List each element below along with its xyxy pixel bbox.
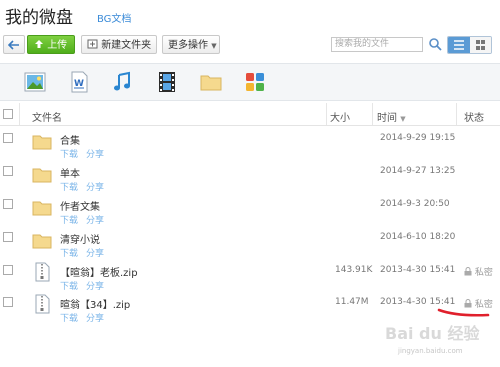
- file-time: 2014-9-3 20:50: [380, 199, 450, 209]
- column-divider: [456, 103, 457, 125]
- download-link[interactable]: 下载: [60, 249, 78, 259]
- toolbar: 上传 新建文件夹 更多操作 ▼: [0, 33, 500, 57]
- document-icon[interactable]: W: [68, 71, 90, 93]
- select-all-checkbox[interactable]: [3, 109, 13, 119]
- download-link[interactable]: 下载: [60, 282, 78, 292]
- file-name[interactable]: 【暄翁】老板.zip: [60, 264, 138, 279]
- row-actions: 下载 分享: [60, 246, 112, 259]
- privacy-label: 私密: [474, 268, 493, 278]
- download-link[interactable]: 下载: [60, 216, 78, 226]
- file-time: 2013-4-30 15:41: [380, 265, 456, 275]
- lock-icon: [464, 267, 472, 276]
- back-button[interactable]: [3, 35, 25, 54]
- apps-icon[interactable]: [244, 71, 266, 93]
- row-actions: 下载 分享: [60, 311, 112, 324]
- share-link[interactable]: 分享: [86, 314, 104, 324]
- file-row[interactable]: 作者文集 下载 分享 2014-9-3 20:50: [0, 194, 500, 228]
- file-row[interactable]: 合集 下载 分享 2014-9-29 19:15: [0, 128, 500, 162]
- file-size: 11.47M: [335, 297, 369, 307]
- download-link[interactable]: 下载: [60, 314, 78, 324]
- file-time: 2014-9-29 19:15: [380, 133, 456, 143]
- title-bar: 我的微盘 BG文档: [0, 0, 500, 30]
- watermark: Bai du 经验: [385, 324, 480, 343]
- file-name[interactable]: 单本: [60, 165, 80, 180]
- column-name[interactable]: 文件名: [32, 109, 62, 124]
- zip-file-icon: [35, 294, 50, 314]
- file-time: 2014-6-10 18:20: [380, 232, 456, 242]
- watermark-url: jingyan.baidu.com: [398, 347, 463, 355]
- file-list-header: 文件名 大小 时间 ▼ 状态: [0, 103, 500, 126]
- page-title: 我的微盘: [5, 8, 73, 28]
- upload-label: 上传: [47, 40, 68, 51]
- caret-down-icon: ▼: [211, 42, 217, 50]
- folder-icon: [32, 168, 52, 183]
- music-icon[interactable]: [111, 71, 133, 93]
- row-actions: 下载 分享: [60, 180, 112, 193]
- row-checkbox[interactable]: [3, 265, 13, 275]
- share-link[interactable]: 分享: [86, 216, 104, 226]
- column-status: 状态: [464, 113, 484, 124]
- upload-icon: [35, 40, 43, 48]
- file-name[interactable]: 暄翁【34】.zip: [60, 296, 130, 311]
- row-checkbox[interactable]: [3, 232, 13, 242]
- row-checkbox[interactable]: [3, 166, 13, 176]
- share-link[interactable]: 分享: [86, 183, 104, 193]
- red-annotation-stroke: [437, 308, 490, 317]
- sort-down-icon: ▼: [400, 115, 406, 123]
- privacy-status: 私密: [464, 265, 493, 278]
- file-row[interactable]: 单本 下载 分享 2014-9-27 13:25: [0, 161, 500, 195]
- file-name[interactable]: 合集: [60, 132, 80, 147]
- zip-file-icon: [35, 262, 50, 282]
- more-actions-label: 更多操作: [168, 40, 208, 51]
- grid-view-icon: [476, 40, 485, 50]
- column-time[interactable]: 时间 ▼: [377, 109, 406, 124]
- folder-icon: [32, 234, 52, 249]
- download-link[interactable]: 下载: [60, 183, 78, 193]
- back-arrow-icon: [7, 40, 19, 50]
- share-link[interactable]: 分享: [86, 150, 104, 160]
- file-row[interactable]: 清穿小说 下载 分享 2014-6-10 18:20: [0, 227, 500, 261]
- row-actions: 下载 分享: [60, 147, 112, 160]
- column-divider: [372, 103, 373, 125]
- new-folder-button[interactable]: 新建文件夹: [81, 35, 157, 54]
- file-row[interactable]: 【暄翁】老板.zip 下载 分享 143.91K 2013-4-30 15:41 …: [0, 260, 500, 294]
- search-input[interactable]: 搜索我的文件: [331, 37, 423, 52]
- row-actions: 下载 分享: [60, 213, 112, 226]
- file-name[interactable]: 作者文集: [60, 198, 100, 213]
- folder-icon[interactable]: [200, 71, 222, 93]
- folder-icon: [32, 135, 52, 150]
- download-link[interactable]: 下载: [60, 150, 78, 160]
- share-link[interactable]: 分享: [86, 249, 104, 259]
- search-icon[interactable]: [428, 37, 442, 51]
- category-bar: W: [0, 63, 500, 101]
- row-checkbox[interactable]: [3, 199, 13, 209]
- image-icon[interactable]: [24, 71, 46, 93]
- row-checkbox[interactable]: [3, 297, 13, 307]
- breadcrumb[interactable]: BG文档: [97, 10, 131, 25]
- folder-icon: [32, 201, 52, 216]
- column-size[interactable]: 大小: [330, 109, 350, 124]
- list-view-button[interactable]: [448, 37, 470, 53]
- new-folder-label: 新建文件夹: [101, 40, 152, 51]
- column-divider: [19, 103, 20, 125]
- grid-view-button[interactable]: [470, 37, 491, 53]
- video-icon[interactable]: [156, 71, 178, 93]
- row-actions: 下载 分享: [60, 279, 112, 292]
- file-size: 143.91K: [335, 265, 373, 275]
- file-time: 2014-9-27 13:25: [380, 166, 456, 176]
- list-view-icon: [454, 40, 464, 50]
- new-folder-icon: [87, 39, 98, 49]
- column-time-label: 时间: [377, 113, 397, 124]
- row-checkbox[interactable]: [3, 133, 13, 143]
- upload-button[interactable]: 上传: [27, 35, 75, 54]
- column-divider: [326, 103, 327, 125]
- file-name[interactable]: 清穿小说: [60, 231, 100, 246]
- more-actions-button[interactable]: 更多操作 ▼: [162, 35, 220, 54]
- view-toggle: [447, 36, 492, 54]
- share-link[interactable]: 分享: [86, 282, 104, 292]
